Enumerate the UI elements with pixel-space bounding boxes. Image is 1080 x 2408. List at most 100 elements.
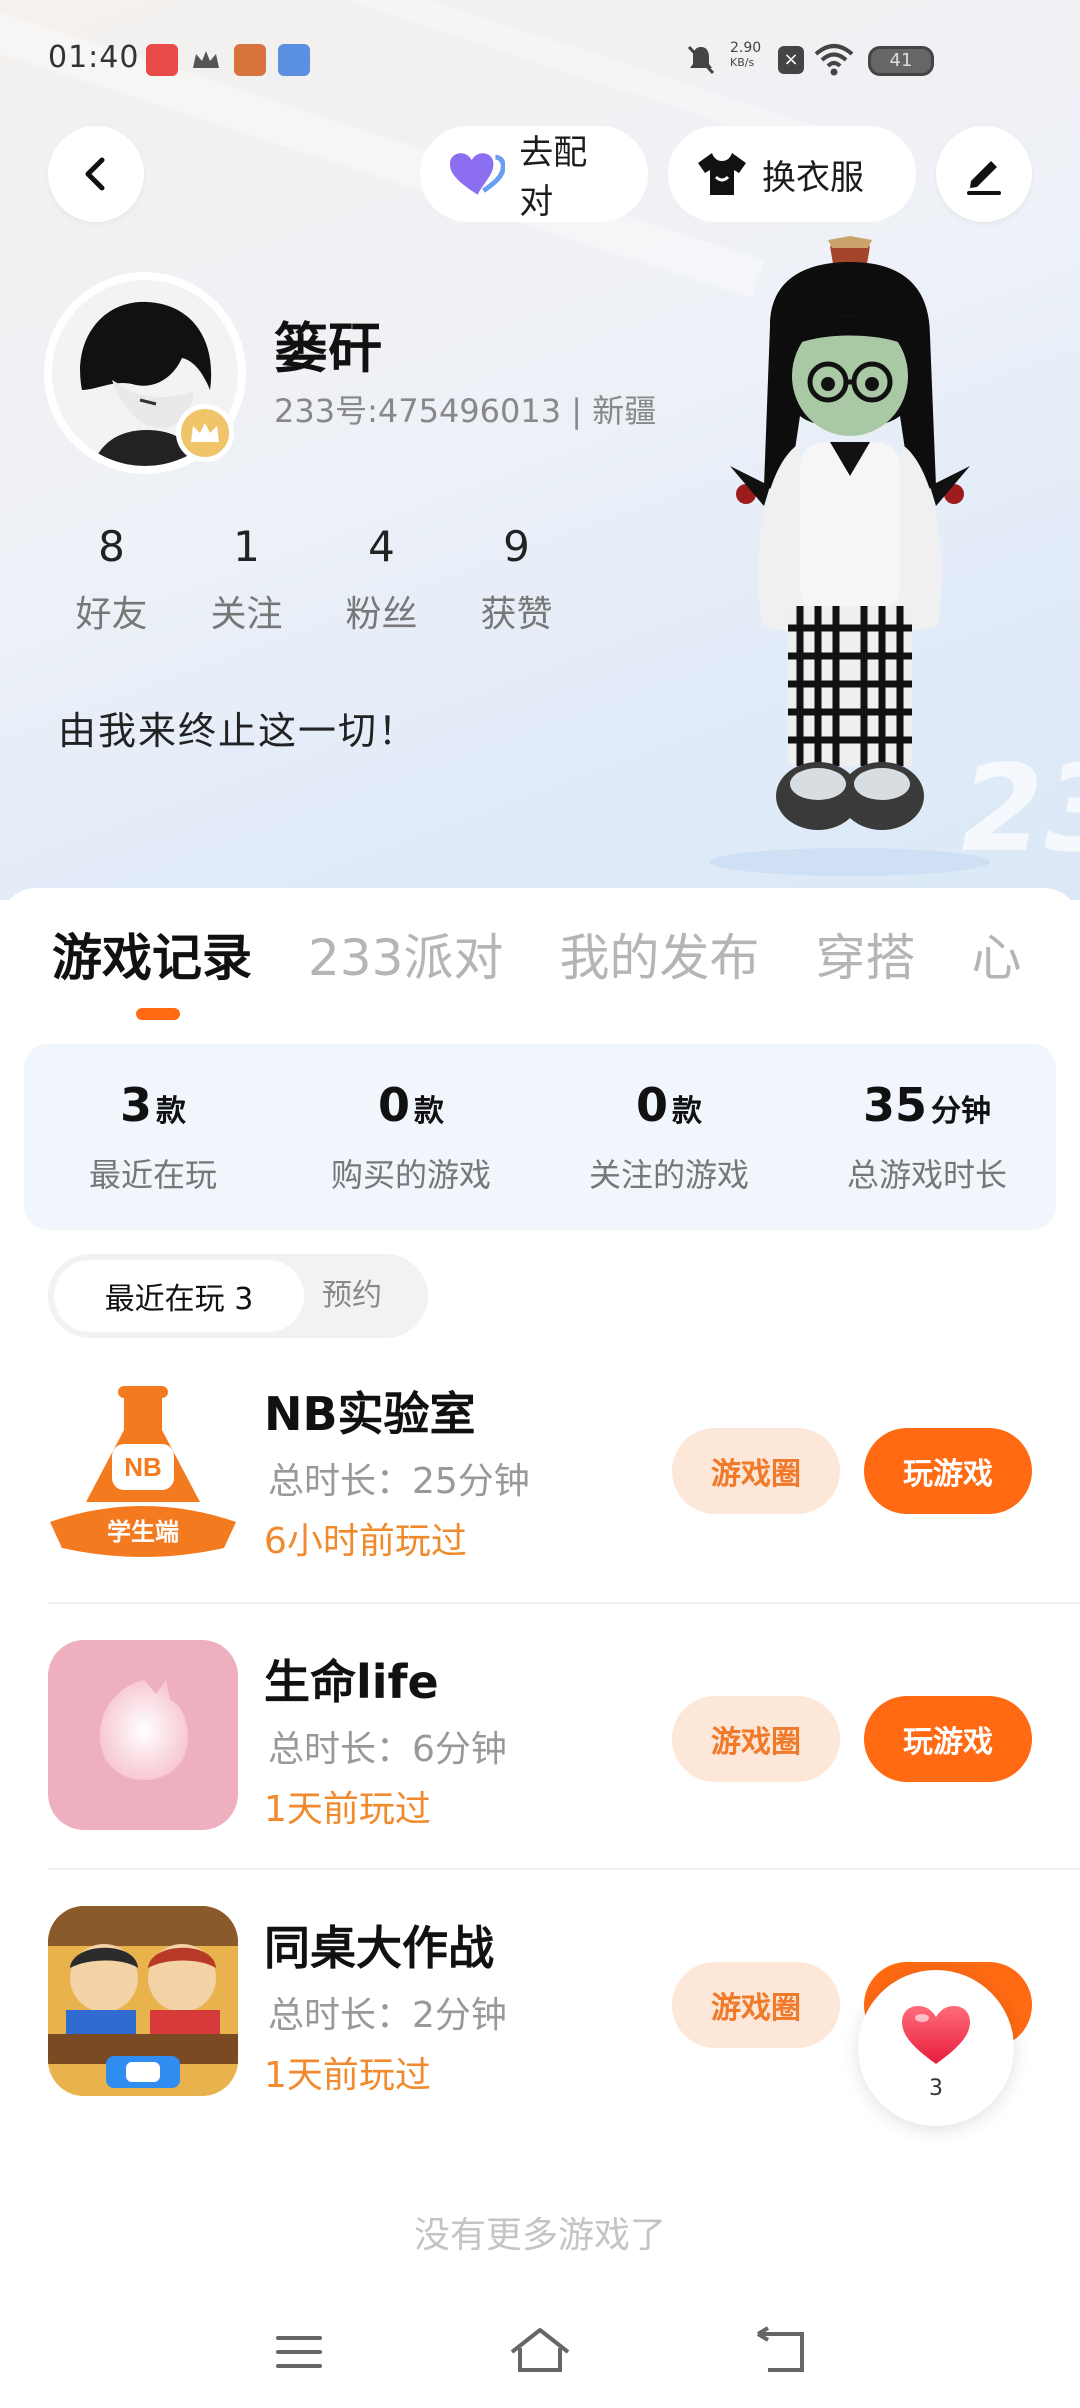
game-last-played: 6小时前玩过	[264, 1521, 467, 1562]
tab-more[interactable]: 心	[971, 918, 1021, 990]
system-nav-bar	[0, 2300, 1080, 2408]
game-name: NB实验室	[264, 1387, 476, 1441]
play-game-button[interactable]: 玩游戏	[864, 1696, 1032, 1782]
chevron-left-icon	[85, 157, 105, 191]
user-nickname: 篓矸	[274, 317, 382, 380]
game-duration: 总时长：6分钟	[268, 1729, 507, 1770]
summary-value: 3	[119, 1078, 152, 1132]
game-duration: 总时长：25分钟	[268, 1461, 530, 1502]
change-outfit-label: 换衣服	[762, 157, 864, 198]
summary-followed[interactable]: 0款 关注的游戏	[540, 1044, 798, 1230]
record-filter: 最近在玩 3 预约	[48, 1254, 428, 1338]
summary-unit: 款	[672, 1094, 702, 1129]
back-button[interactable]	[48, 126, 144, 222]
tab-233-party[interactable]: 233派对	[308, 918, 503, 990]
user-id-location: 233号:475496013 | 新疆	[274, 392, 657, 430]
avatar-character[interactable]	[700, 236, 1000, 876]
crown-badge-icon	[176, 404, 234, 462]
menu-icon[interactable]	[274, 2332, 324, 2372]
game-name: 同桌大作战	[264, 1921, 494, 1975]
tab-outfits[interactable]: 穿搭	[815, 918, 915, 990]
summary-value: 0	[635, 1078, 668, 1132]
game-notification-icon	[234, 44, 266, 76]
summary-total-time[interactable]: 35 分钟 总游戏时长	[798, 1044, 1056, 1230]
game-summary: 3款 最近在玩 0款 购买的游戏 0款 关注的游戏 35 分钟 总游戏时长	[24, 1044, 1056, 1230]
stat-value: 8	[98, 522, 125, 571]
stat-value: 9	[503, 522, 530, 571]
game-row[interactable]: 生命life 总时长：6分钟 1天前玩过 游戏圈 玩游戏	[48, 1640, 1032, 1840]
tshirt-icon	[698, 153, 746, 195]
heart-icon	[902, 2006, 970, 2064]
stat-friends[interactable]: 8 好友	[44, 522, 179, 637]
game-circle-button[interactable]: 游戏圈	[672, 1696, 840, 1782]
row-divider	[48, 1868, 1080, 1870]
stat-following[interactable]: 1 关注	[179, 522, 314, 637]
net-speed-unit: KB/s	[730, 56, 755, 69]
no-more-games-text: 没有更多游戏了	[413, 2215, 666, 2256]
summary-label: 购买的游戏	[330, 1156, 491, 1194]
game-name: 生命life	[264, 1655, 439, 1709]
user-bio: 由我来终止这一切！	[58, 709, 419, 753]
summary-recent[interactable]: 3款 最近在玩	[24, 1044, 282, 1230]
stat-likes[interactable]: 9 获赞	[449, 522, 584, 637]
status-time: 01:40	[48, 40, 140, 75]
status-bar: 01:40 2.90 KB/s × 41	[0, 0, 1080, 120]
summary-unit: 款	[156, 1094, 186, 1129]
pair-label: 去配对	[519, 133, 588, 222]
wifi-icon	[814, 42, 854, 80]
like-button[interactable]: 3	[858, 1970, 1014, 2126]
app-notification-icon	[146, 44, 178, 76]
flask-icon: NB 学生端	[48, 1372, 238, 1562]
net-speed-value: 2.90	[730, 40, 762, 56]
back-nav-icon[interactable]	[754, 2326, 808, 2376]
like-count: 3	[929, 2076, 943, 2101]
summary-value: 0	[377, 1078, 410, 1132]
summary-value-wrap: 35 分钟	[798, 1078, 1056, 1132]
summary-value-wrap: 3款	[24, 1078, 282, 1132]
change-outfit-button[interactable]: 换衣服	[668, 126, 916, 222]
edit-profile-button[interactable]	[936, 126, 1032, 222]
summary-unit: 款	[414, 1094, 444, 1129]
summary-label: 最近在玩	[88, 1156, 217, 1194]
heart-icon	[48, 1640, 238, 1830]
filter-recent-playing[interactable]: 最近在玩 3	[54, 1260, 304, 1332]
stat-label: 好友	[75, 594, 148, 635]
summary-label: 总游戏时长	[846, 1156, 1007, 1194]
game-last-played: 1天前玩过	[264, 2055, 431, 2096]
filter-reservation[interactable]: 预约	[322, 1254, 382, 1338]
app-100-notification-icon	[278, 44, 310, 76]
flask-icon-text: NB	[124, 1452, 162, 1482]
game-last-played: 1天前玩过	[264, 1789, 431, 1830]
game-circle-button[interactable]: 游戏圈	[672, 1962, 840, 2048]
game-row[interactable]: NB 学生端 NB实验室 总时长：25分钟 6小时前玩过 游戏圈 玩游戏	[48, 1372, 1032, 1572]
play-game-button[interactable]: 玩游戏	[864, 1428, 1032, 1514]
summary-unit: 分钟	[931, 1094, 991, 1129]
summary-value-wrap: 0款	[282, 1078, 540, 1132]
active-tab-indicator	[136, 1008, 180, 1020]
character-illustration	[710, 236, 990, 876]
game-circle-button[interactable]: 游戏圈	[672, 1428, 840, 1514]
net-speed: 2.90 KB/s	[730, 40, 761, 69]
pair-button[interactable]: 去配对	[420, 126, 648, 222]
profile-tabs: 游戏记录 233派对 我的发布 穿搭 心	[52, 918, 1021, 990]
stat-value: 1	[233, 522, 260, 571]
tab-my-posts[interactable]: 我的发布	[559, 918, 759, 990]
home-icon[interactable]	[508, 2326, 572, 2376]
stat-label: 粉丝	[345, 594, 418, 635]
stat-fans[interactable]: 4 粉丝	[314, 522, 449, 637]
summary-value: 35	[862, 1078, 927, 1132]
row-divider	[48, 1602, 1080, 1604]
summary-purchased[interactable]: 0款 购买的游戏	[282, 1044, 540, 1230]
battery-indicator: 41	[868, 46, 934, 76]
flask-icon-banner: 学生端	[107, 1518, 179, 1546]
hearts-icon	[449, 153, 506, 195]
profile-stats: 8 好友 1 关注 4 粉丝 9 获赞	[44, 522, 584, 637]
desk-battle-icon	[48, 1906, 238, 2096]
stat-value: 4	[368, 522, 395, 571]
tab-game-records[interactable]: 游戏记录	[52, 918, 252, 990]
no-sim-icon: ×	[778, 46, 804, 74]
mute-icon	[686, 44, 716, 80]
stat-label: 关注	[210, 594, 283, 635]
summary-label: 关注的游戏	[588, 1156, 749, 1194]
summary-value-wrap: 0款	[540, 1078, 798, 1132]
